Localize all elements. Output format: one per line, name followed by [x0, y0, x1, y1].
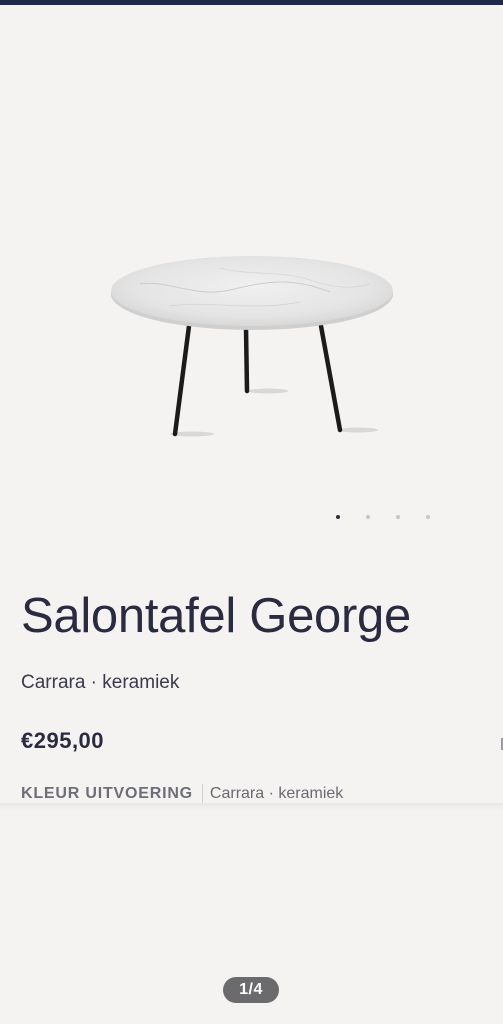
image-pager-badge: 1/4	[223, 977, 279, 1003]
product-price: €295,00	[21, 728, 105, 753]
gallery-dot[interactable]	[396, 515, 400, 519]
gallery-dot[interactable]	[366, 515, 370, 519]
variant-selector[interactable]: KLEUR UITVOERING Carrara · keramiek	[21, 784, 343, 804]
variant-divider	[201, 784, 203, 804]
table-image	[111, 256, 393, 437]
gallery-pagination-dots	[336, 515, 456, 519]
variant-value: Carrara · keramiek	[209, 785, 344, 802]
gallery-dot[interactable]	[426, 515, 430, 519]
panel-divider	[0, 803, 503, 811]
product-image-gallery[interactable]	[0, 5, 503, 550]
gallery-dot[interactable]	[336, 515, 340, 519]
variant-label: KLEUR UITVOERING	[21, 785, 193, 802]
product-subtitle: Carrara · keramiek	[21, 672, 180, 693]
product-title: Salontafel George	[21, 589, 411, 643]
